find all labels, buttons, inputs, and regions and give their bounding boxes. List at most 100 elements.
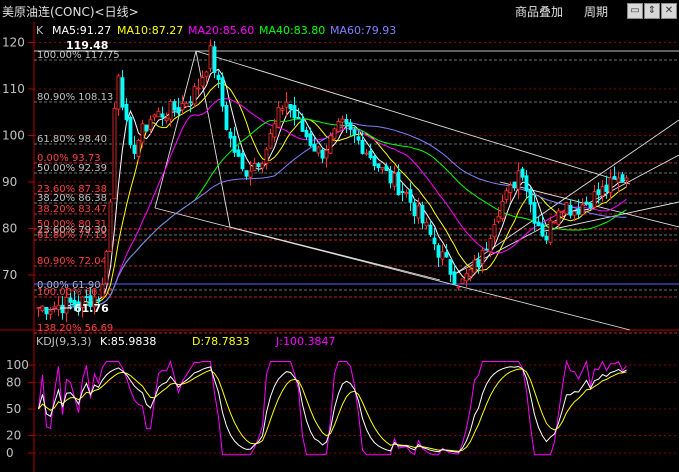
candle-body (96, 299, 101, 302)
candle-body (264, 148, 269, 164)
candle-body (580, 204, 585, 215)
candle-body (524, 175, 529, 191)
kdj-label: KDJ(9,3,3) (36, 335, 92, 348)
candle-body (540, 223, 545, 237)
kdj-tick-label: 100 (6, 358, 29, 372)
candle-body (352, 129, 357, 136)
candle-body (192, 86, 197, 105)
candle-body (388, 170, 393, 184)
candle-body (604, 184, 609, 192)
candle-body (372, 155, 377, 167)
candle-body (500, 201, 505, 219)
candle-body (360, 139, 365, 154)
candle-body (300, 119, 305, 132)
candle-body (188, 101, 193, 104)
ma20-label: MA20:85.60 (188, 24, 254, 37)
candle-body (528, 189, 533, 205)
title-bar: 美原油连(CONC)<日线> 商品叠加 周期 ▭ ⇕ ✕ (0, 0, 679, 22)
candle-body (340, 118, 345, 123)
candle-body (164, 117, 169, 121)
candle-body (284, 101, 289, 108)
candle-body (56, 304, 61, 310)
candle-body (280, 108, 285, 111)
candle-body (516, 170, 521, 190)
candle-body (468, 268, 473, 277)
kdj-tick-label: 0 (6, 446, 14, 460)
candle-body (472, 259, 477, 273)
candle-body (248, 170, 253, 178)
price-y-axis: 120 110 100 90 80 70 (2, 36, 34, 282)
candle-body (224, 105, 229, 130)
candle-body (240, 153, 245, 170)
indicator-prefix: K (36, 24, 44, 37)
close-icon[interactable]: ✕ (661, 3, 677, 19)
candle-body (116, 75, 121, 110)
candle-body (320, 149, 325, 159)
candle-body (440, 251, 445, 260)
candle-body (308, 133, 313, 146)
scroll-icon[interactable]: ⇕ (644, 3, 660, 19)
candle-body (140, 123, 145, 143)
candle-body (536, 221, 541, 227)
candle-body (232, 135, 237, 153)
candle-body (100, 283, 105, 298)
period-menu[interactable]: 周期 (584, 3, 608, 20)
candle-body (316, 146, 321, 154)
candle-body (336, 121, 341, 132)
candle-body (212, 46, 217, 73)
candle-body (272, 123, 277, 138)
candle-body (64, 297, 69, 314)
candle-body (136, 139, 141, 157)
candle-body (608, 177, 613, 193)
candle-body (52, 306, 57, 309)
price-tick-label: 70 (2, 268, 17, 282)
ma40-label: MA40:83.80 (259, 24, 325, 37)
price-tick-label: 120 (2, 36, 25, 50)
candle-body (592, 191, 597, 208)
candle-body (40, 305, 45, 312)
candle-body (384, 165, 389, 172)
candle-body (452, 271, 457, 285)
candle-body (256, 163, 261, 167)
candle-body (172, 101, 177, 111)
kdj-tick-label: 50 (6, 402, 21, 416)
candle-body (276, 107, 281, 128)
price-tick-label: 110 (2, 82, 25, 96)
overlay-commodity-menu[interactable]: 商品叠加 (515, 3, 563, 20)
candle-body (328, 135, 333, 154)
candle-body (624, 177, 629, 181)
candle-body (620, 174, 625, 183)
candle-body (444, 252, 449, 258)
kdj-lines (38, 359, 627, 456)
candle-body (108, 201, 113, 252)
candle-body (124, 103, 129, 121)
candle-body (60, 304, 65, 314)
candle-body (356, 136, 361, 141)
candle-body (128, 116, 133, 146)
candle-body (380, 167, 385, 170)
candle-body (68, 297, 73, 303)
candle-body (480, 249, 485, 264)
candle-body (476, 259, 481, 268)
candle-body (560, 211, 565, 213)
candle-body (424, 221, 429, 227)
chart-area[interactable]: 100.00% 117.7580.90% 108.1361.80% 98.400… (0, 22, 679, 472)
ma60-label: MA60:79.93 (330, 24, 396, 37)
candle-body (132, 144, 137, 154)
fib-level-label: 50.00% 92.39 (37, 163, 107, 174)
candle-body (288, 104, 293, 110)
candle-body (324, 149, 329, 159)
candle-body (184, 102, 189, 107)
price-tick-label: 90 (2, 175, 17, 189)
candle-body (488, 238, 493, 253)
restore-icon[interactable]: ▭ (627, 3, 643, 19)
candle-body (492, 224, 497, 238)
candle-body (120, 77, 125, 108)
candle-body (312, 143, 317, 152)
candle-body (512, 181, 517, 189)
candle-body (160, 113, 165, 118)
price-tick-label: 80 (2, 222, 17, 236)
candle-body (568, 204, 573, 216)
candle-body (236, 149, 241, 157)
candle-body (168, 101, 173, 120)
